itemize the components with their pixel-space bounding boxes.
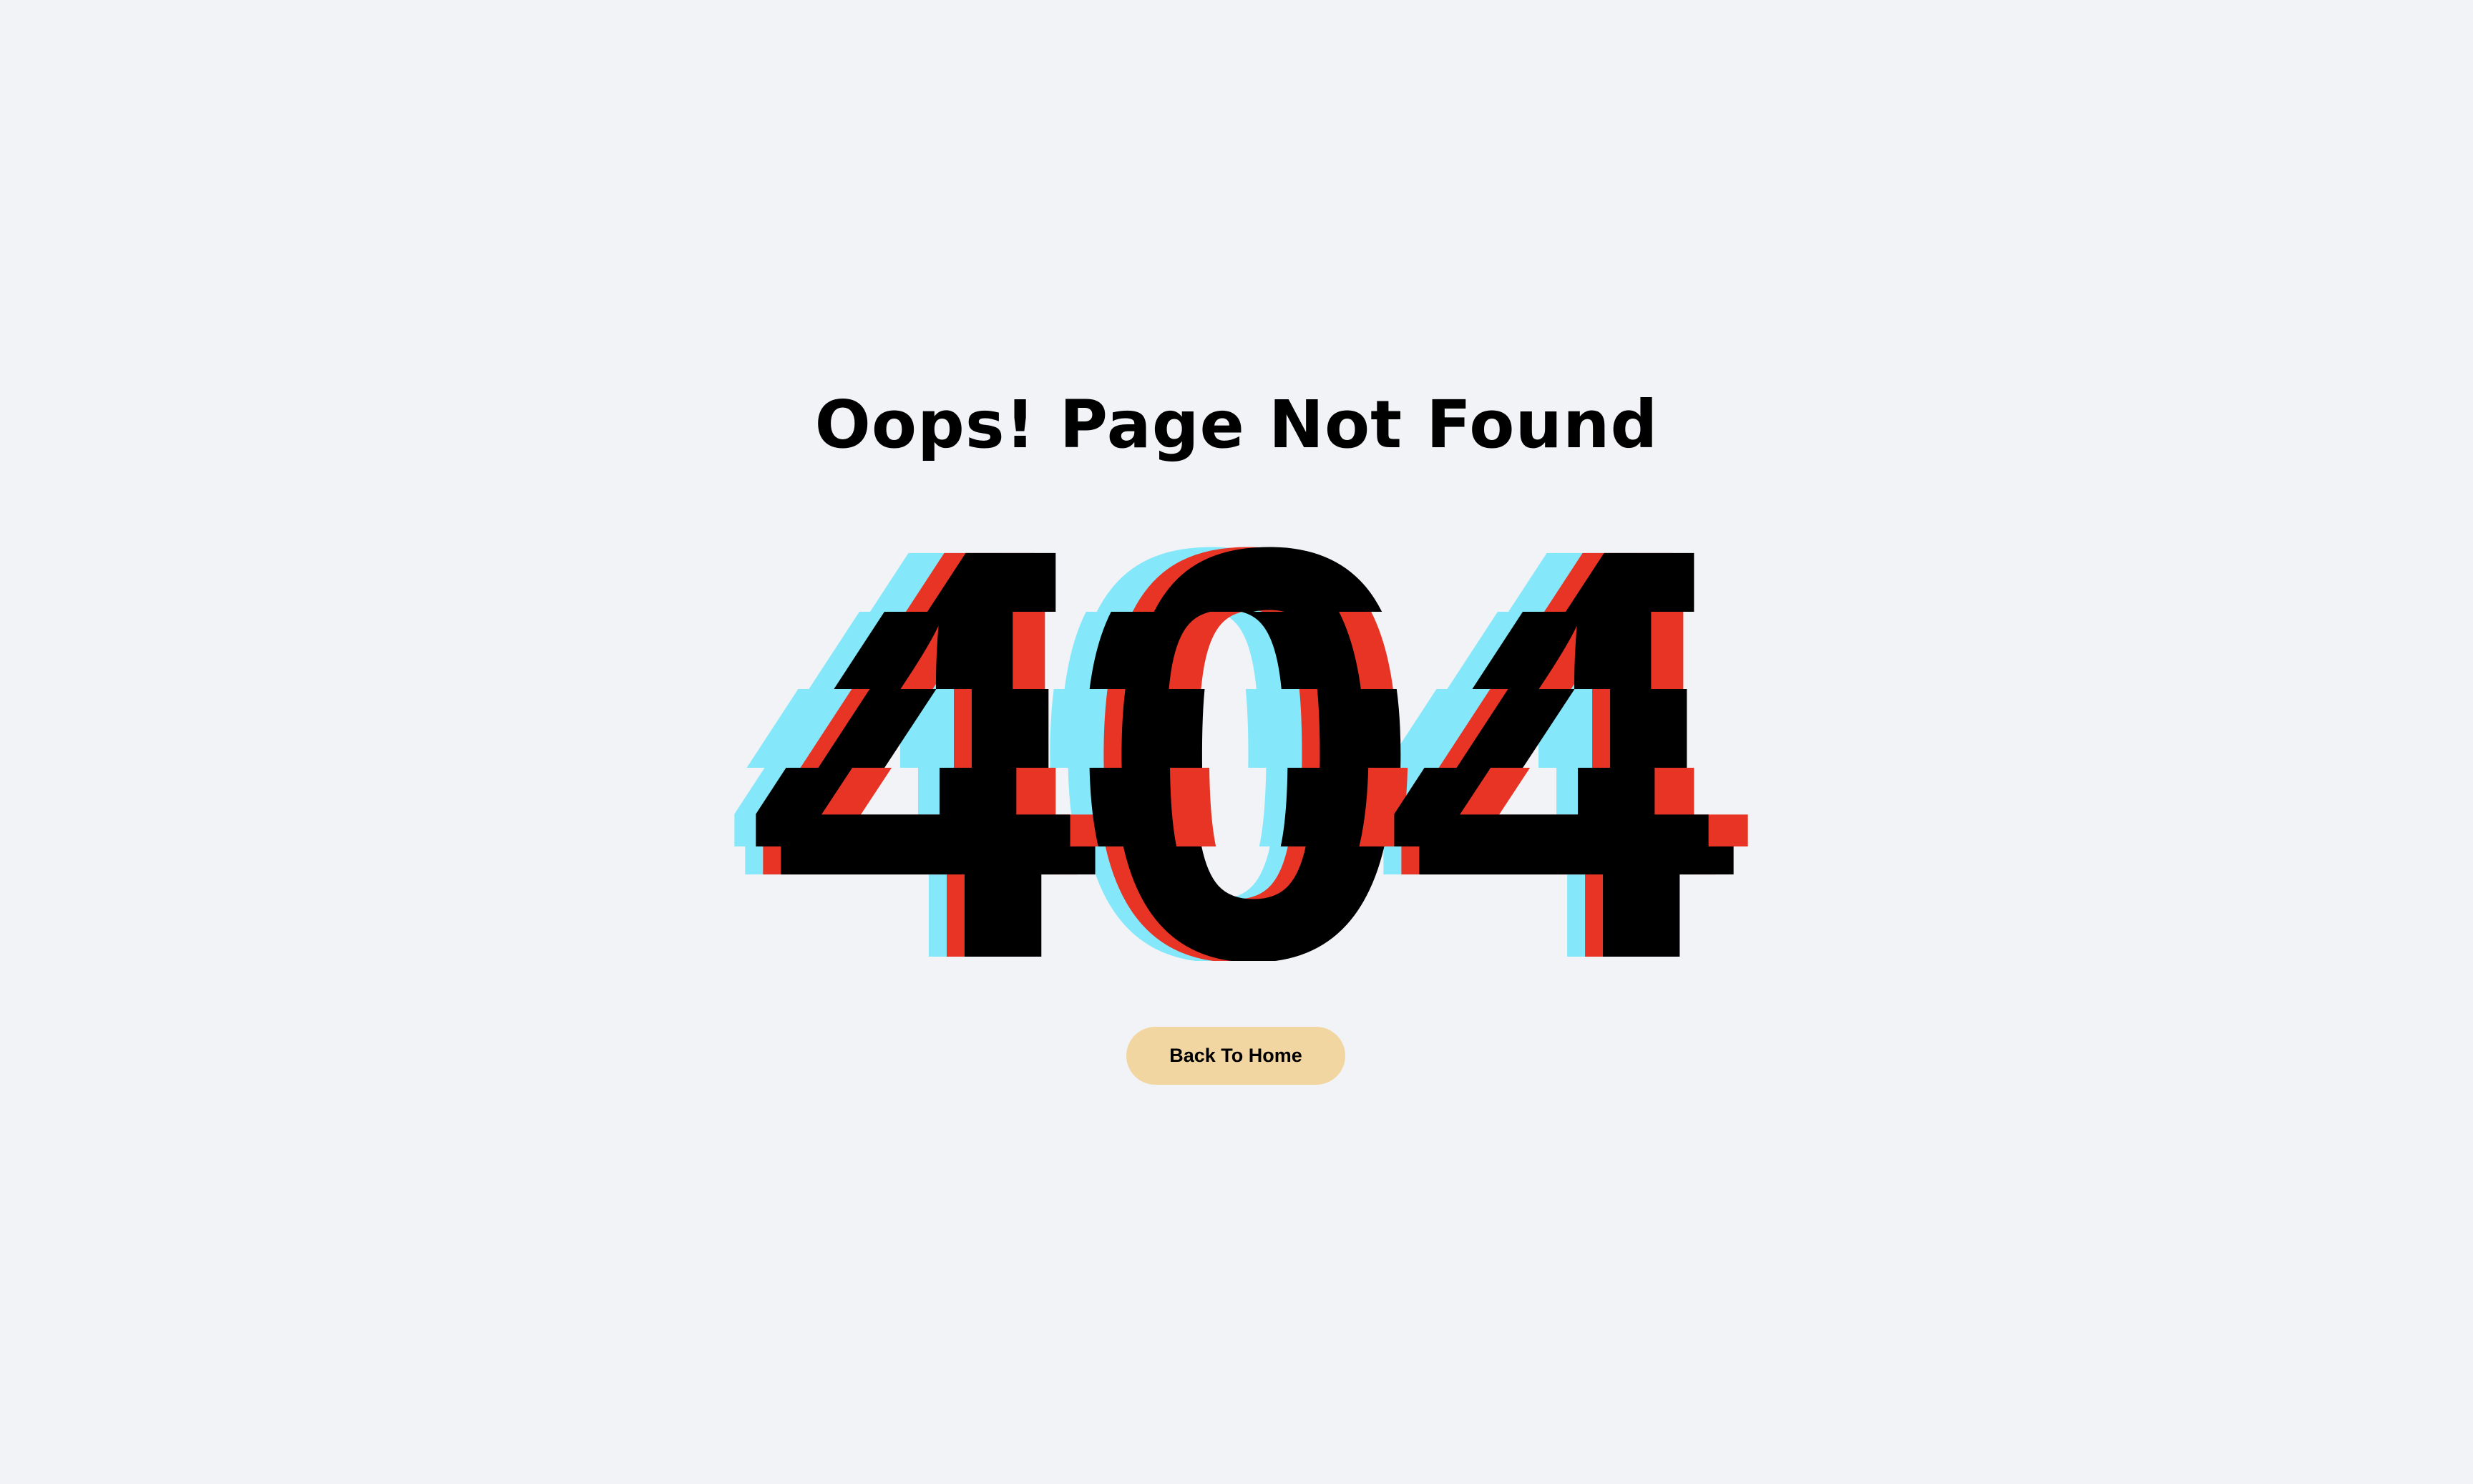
error-code-404-glitch: 404 404 404 404 404 404 404 404 404 404 404 404 404 4… bbox=[0, 460, 2473, 1047]
back-to-home-button[interactable]: Back To Home bbox=[1126, 1027, 1345, 1085]
page-title: Oops! Page Not Found bbox=[814, 386, 1659, 463]
